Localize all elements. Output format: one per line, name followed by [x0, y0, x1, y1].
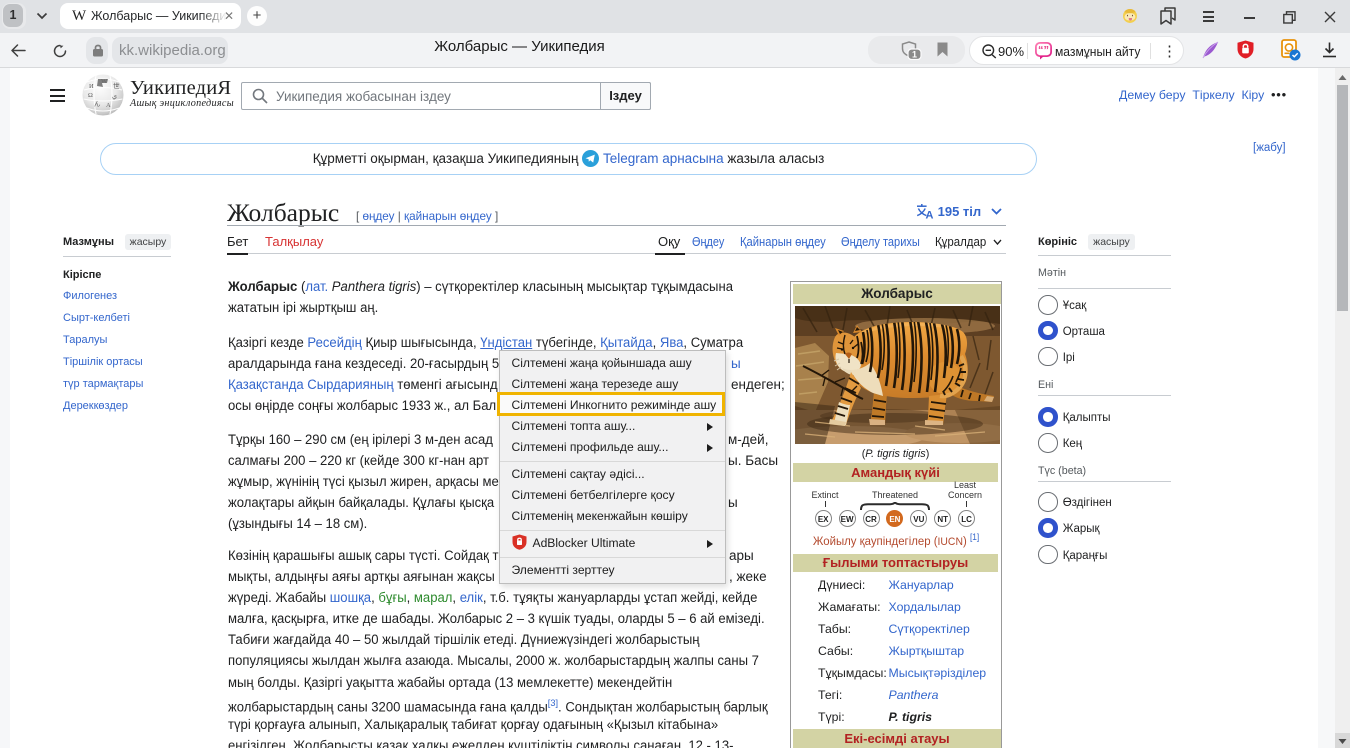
svg-text:И: И [89, 83, 94, 90]
svg-text:“”: “” [1038, 45, 1049, 57]
svg-text:А: А [106, 102, 111, 109]
svg-text:世: 世 [113, 81, 120, 90]
svg-text:Ω: Ω [88, 92, 93, 99]
svg-text:1: 1 [912, 50, 917, 60]
svg-text:A: A [926, 210, 934, 220]
svg-text:ん: ん [94, 100, 101, 108]
